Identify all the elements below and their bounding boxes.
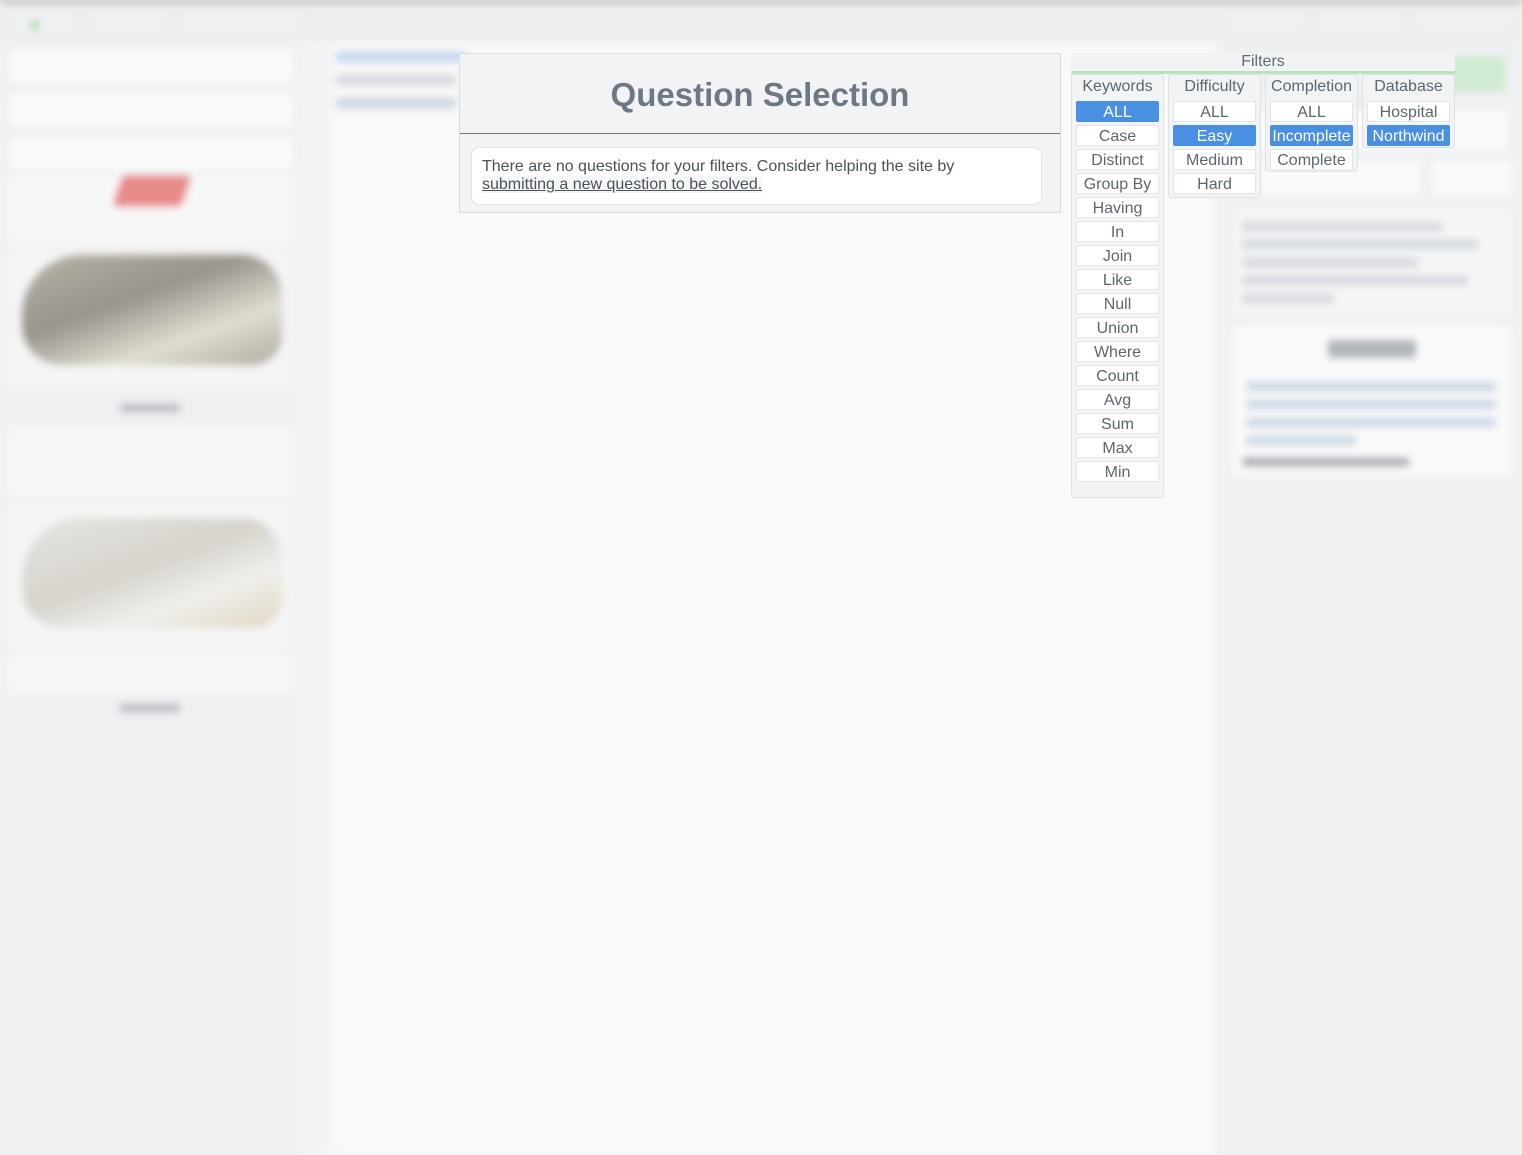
keywords-option-max[interactable]: Max [1076, 437, 1159, 458]
database-filter-column: Database Hospital Northwind [1362, 74, 1455, 148]
keywords-option-group-by[interactable]: Group By [1076, 173, 1159, 194]
difficulty-option-medium[interactable]: Medium [1173, 149, 1256, 170]
completion-option-all[interactable]: ALL [1270, 101, 1353, 122]
keywords-option-where[interactable]: Where [1076, 341, 1159, 362]
completion-filter-column: Completion ALL Incomplete Complete [1265, 74, 1358, 172]
keywords-option-all[interactable]: ALL [1076, 101, 1159, 122]
keywords-option-like[interactable]: Like [1076, 269, 1159, 290]
completion-option-incomplete[interactable]: Incomplete [1270, 125, 1353, 146]
keywords-option-sum[interactable]: Sum [1076, 413, 1159, 434]
database-heading: Database [1374, 78, 1443, 95]
keywords-option-min[interactable]: Min [1076, 461, 1159, 482]
database-option-hospital[interactable]: Hospital [1367, 101, 1450, 122]
keywords-option-distinct[interactable]: Distinct [1076, 149, 1159, 170]
difficulty-option-easy[interactable]: Easy [1173, 125, 1256, 146]
completion-option-complete[interactable]: Complete [1270, 149, 1353, 170]
modal-title: Question Selection [460, 54, 1060, 134]
keywords-option-null[interactable]: Null [1076, 293, 1159, 314]
keywords-option-avg[interactable]: Avg [1076, 389, 1159, 410]
difficulty-heading: Difficulty [1184, 78, 1245, 95]
keywords-filter-column: Keywords ALL Case Distinct Group By Having In… [1071, 74, 1164, 498]
database-option-northwind[interactable]: Northwind [1367, 125, 1450, 146]
difficulty-filter-column: Difficulty ALL Easy Medium Hard [1168, 74, 1261, 198]
completion-heading: Completion [1271, 78, 1352, 95]
keywords-option-in[interactable]: In [1076, 221, 1159, 242]
keywords-option-having[interactable]: Having [1076, 197, 1159, 218]
submit-question-link[interactable]: submitting a new question to be solved. [482, 176, 763, 193]
keywords-option-case[interactable]: Case [1076, 125, 1159, 146]
filters-title: Filters [1071, 53, 1455, 74]
keywords-option-join[interactable]: Join [1076, 245, 1159, 266]
keywords-option-count[interactable]: Count [1076, 365, 1159, 386]
difficulty-option-all[interactable]: ALL [1173, 101, 1256, 122]
keywords-option-union[interactable]: Union [1076, 317, 1159, 338]
keywords-heading: Keywords [1082, 78, 1153, 95]
question-selection-modal: Question Selection There are no question… [459, 53, 1061, 213]
difficulty-option-hard[interactable]: Hard [1173, 173, 1256, 194]
no-questions-message: There are no questions for your filters.… [482, 158, 955, 175]
no-questions-message-box: There are no questions for your filters.… [471, 147, 1042, 205]
